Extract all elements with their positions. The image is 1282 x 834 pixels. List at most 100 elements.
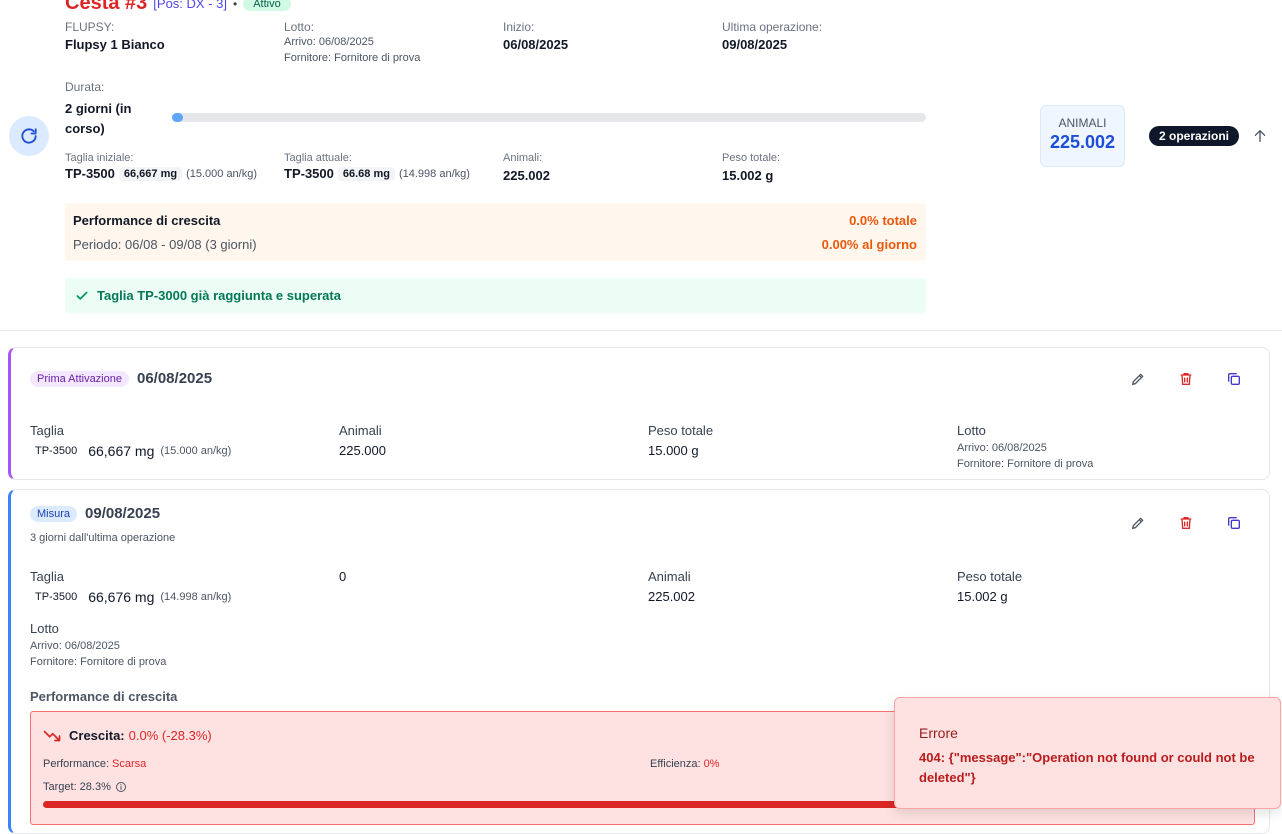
inizio-label: Inizio: [503, 20, 535, 34]
taglia-label: Taglia [30, 423, 64, 438]
efficienza-value: 0% [703, 758, 720, 770]
basket-position: [Pos: DX - 3] [153, 0, 227, 11]
efficienza-row: Efficienza: 0% [650, 758, 719, 770]
operation-type-badge: Prima Attivazione [30, 370, 129, 387]
lotto-arrivo: Arrivo: 06/08/2025 [30, 640, 120, 652]
efficienza-label: Efficienza: [650, 758, 701, 770]
growth-performance-box: Performance di crescita 0.0% totale Peri… [65, 203, 926, 261]
growth-period: Periodo: 06/08 - 09/08 (3 giorni) [73, 237, 257, 252]
delete-button[interactable] [1173, 366, 1199, 392]
taglia-attuale-mg: 66.68 mg [337, 166, 395, 181]
target-row: Target: 28.3% [43, 781, 127, 793]
taglia-ankg: (15.000 an/kg) [160, 445, 232, 457]
performance-value: Scarsa [112, 758, 147, 770]
days-since-last: 3 giorni dall'ultima operazione [30, 532, 176, 544]
error-toast-title: Errore [919, 725, 958, 741]
taglia-value: TP-3500 66,667 mg (15.000 an/kg) [30, 443, 231, 459]
lotto-fornitore: Fornitore: Fornitore di prova [957, 458, 1094, 470]
basket-header: Cesta #3 [Pos: DX - 3] • Attivo [65, 0, 291, 15]
performance-row: Performance: Scarsa [43, 758, 146, 770]
durata-value: 2 giorni (in corso) [65, 101, 132, 136]
taglia-attuale-label: Taglia attuale: [284, 152, 352, 164]
growth-total: 0.0% totale [849, 213, 917, 228]
separator-dot: • [232, 0, 238, 11]
taglia-code: TP-3500 [35, 591, 78, 603]
flupsy-label: FLUPSY: [65, 20, 115, 34]
lotto-arrivo: Arrivo: 06/08/2025 [284, 36, 374, 48]
trash-icon [1180, 373, 1192, 385]
taglia-code: TP-3500 [35, 445, 78, 457]
growth-daily: 0.00% al giorno [821, 237, 917, 252]
peso-totale-value: 15.000 g [648, 443, 699, 458]
taglia-value: TP-3500 66,676 mg (14.998 an/kg) [30, 589, 231, 605]
operations-count-badge: 2 operazioni [1149, 126, 1240, 146]
durata-label: Durata: [65, 80, 105, 94]
pencil-icon [1132, 517, 1144, 529]
edit-button[interactable] [1125, 510, 1151, 536]
trash-icon [1180, 517, 1192, 529]
crescita-value: 0.0% (-28.3%) [128, 728, 212, 743]
animali-summary-label: ANIMALI [1058, 116, 1107, 130]
lotto-label: Lotto [957, 423, 986, 438]
animali-label: Animali: [503, 152, 543, 164]
pencil-icon [1132, 373, 1144, 385]
duplicate-button[interactable] [1221, 366, 1247, 392]
delete-button[interactable] [1173, 510, 1199, 536]
flupsy-value: Flupsy 1 Bianco [65, 37, 165, 52]
performance-label: Performance: [43, 758, 110, 770]
extra-value: 0 [339, 569, 347, 584]
ultima-operazione-value: 09/08/2025 [722, 37, 788, 52]
taglia-attuale-code: TP-3500 [284, 166, 334, 181]
operation-header: Misura 09/08/2025 [30, 505, 160, 522]
inizio-value: 06/08/2025 [503, 37, 569, 52]
collapse-button[interactable] [1247, 123, 1273, 149]
refresh-button[interactable] [9, 116, 49, 156]
refresh-icon [21, 128, 37, 144]
taglia-ankg: (14.998 an/kg) [160, 591, 232, 603]
check-icon [76, 291, 88, 300]
operation-date: 06/08/2025 [136, 370, 213, 387]
target-label: Target: 28.3% [43, 781, 111, 793]
crescita-row: Crescita: 0.0% (-28.3%) [43, 728, 212, 743]
animali-label: Animali [339, 423, 382, 438]
status-badge: Attivo [243, 0, 291, 11]
info-icon[interactable] [115, 781, 127, 793]
target-reached-text: Taglia TP-3000 già raggiunta e superata [97, 288, 341, 303]
lotto-arrivo: Arrivo: 06/08/2025 [957, 442, 1047, 454]
operation-date: 09/08/2025 [85, 505, 161, 522]
growth-performance-title: Performance di crescita [30, 689, 178, 704]
trending-down-icon [43, 730, 61, 741]
animali-value: 225.000 [339, 443, 386, 458]
arrow-up-icon [1254, 130, 1266, 142]
lotto-fornitore: Fornitore: Fornitore di prova [30, 656, 167, 668]
animali-value: 225.002 [503, 168, 550, 183]
peso-totale-label: Peso totale: [722, 152, 781, 164]
taglia-attuale: TP-3500 66.68 mg (14.998 an/kg) [284, 166, 470, 181]
edit-button[interactable] [1125, 366, 1151, 392]
peso-totale-value: 15.002 g [722, 168, 774, 183]
section-divider [0, 330, 1282, 331]
taglia-iniziale-mg: 66,667 mg [118, 166, 183, 181]
taglia-attuale-ankg: (14.998 an/kg) [398, 167, 470, 180]
taglia-iniziale: TP-3500 66,667 mg (15.000 an/kg) [65, 166, 257, 181]
lotto-label: Lotto: [284, 20, 315, 34]
ultima-operazione-label: Ultima operazione: [722, 20, 823, 34]
basket-title: Cesta #3 [65, 0, 148, 14]
taglia-iniziale-label: Taglia iniziale: [65, 152, 134, 164]
operation-card-prima-attivazione: Prima Attivazione 06/08/2025 Taglia TP-3… [8, 347, 1270, 480]
taglia-mg: 66,667 mg [88, 443, 155, 459]
operation-type-badge: Misura [30, 505, 78, 522]
lotto-fornitore: Fornitore: Fornitore di prova [284, 52, 421, 64]
copy-icon [1228, 373, 1240, 385]
target-reached-alert: Taglia TP-3000 già raggiunta e superata [65, 278, 926, 313]
durata-progress-track [172, 113, 926, 122]
peso-totale-label: Peso totale [957, 569, 1023, 584]
duplicate-button[interactable] [1221, 510, 1247, 536]
error-toast-message: 404: {"message":"Operation not found or … [919, 750, 1255, 785]
animali-value: 225.002 [648, 589, 695, 604]
lotto-label: Lotto [30, 621, 59, 636]
error-toast[interactable]: Errore 404: {"message":"Operation not fo… [894, 697, 1281, 809]
animali-summary-box: ANIMALI 225.002 [1040, 105, 1125, 167]
operation-header: Prima Attivazione 06/08/2025 [30, 370, 212, 387]
animali-label: Animali [648, 569, 691, 584]
